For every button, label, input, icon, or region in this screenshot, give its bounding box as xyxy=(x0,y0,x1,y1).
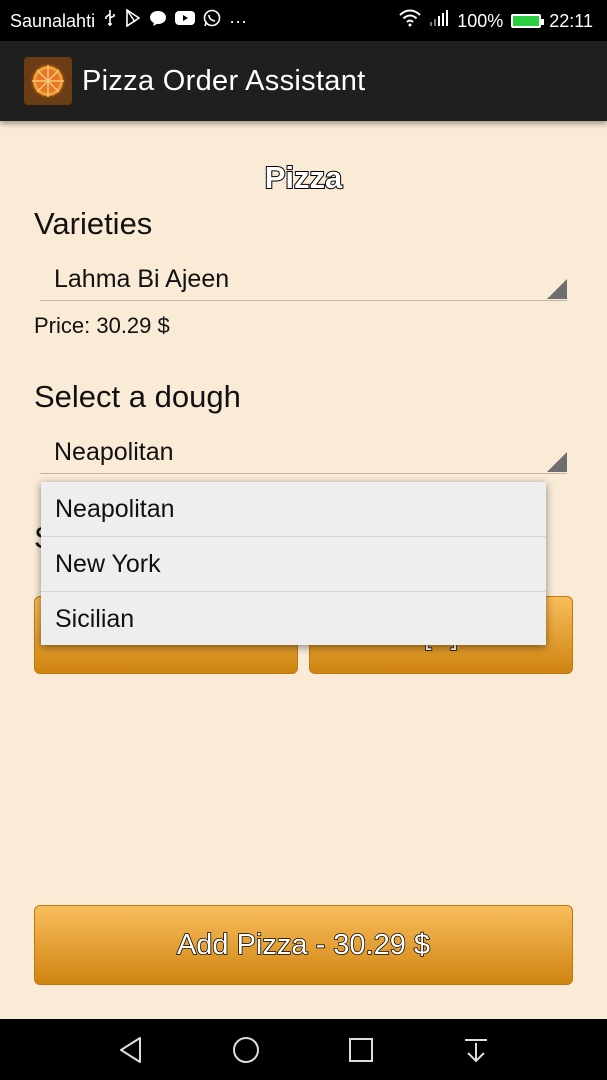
notification-pull-icon[interactable] xyxy=(461,1035,491,1065)
status-left: Saunalahti ··· xyxy=(10,8,248,33)
varieties-label: Varieties xyxy=(34,206,153,241)
wifi-icon xyxy=(399,9,421,33)
carrier-name: Saunalahti xyxy=(10,10,96,31)
back-icon[interactable] xyxy=(116,1035,146,1065)
spinner-dropdown-icon xyxy=(547,452,567,472)
price-text: Price: 30.29 $ xyxy=(34,313,170,338)
dough-dropdown-menu: Neapolitan New York Sicilian xyxy=(41,482,546,645)
recents-icon[interactable] xyxy=(346,1035,376,1065)
app-title: Pizza Order Assistant xyxy=(82,65,366,97)
chat-icon xyxy=(149,9,167,33)
play-store-icon xyxy=(125,8,141,33)
navigation-bar xyxy=(0,1019,607,1080)
signal-icon xyxy=(429,9,449,33)
dough-option-sicilian[interactable]: Sicilian xyxy=(41,592,546,646)
clock: 22:11 xyxy=(549,10,593,31)
dough-option-neapolitan[interactable]: Neapolitan xyxy=(41,482,546,537)
battery-percent: 100% xyxy=(457,10,504,31)
varieties-selected-value: Lahma Bi Ajeen xyxy=(54,265,230,293)
action-bar: Pizza Order Assistant xyxy=(0,41,607,121)
dough-label: Select a dough xyxy=(34,379,241,414)
spinner-dropdown-icon xyxy=(547,279,567,299)
dough-spinner[interactable]: Neapolitan xyxy=(40,429,567,474)
dough-option-new-york[interactable]: New York xyxy=(41,537,546,592)
section-title: Pizza xyxy=(264,159,344,196)
status-right: 100% 22:11 xyxy=(399,9,593,33)
home-icon[interactable] xyxy=(231,1035,261,1065)
dough-selected-value: Neapolitan xyxy=(54,438,174,466)
pizza-icon xyxy=(24,57,72,105)
battery-charging-icon xyxy=(511,14,545,28)
whatsapp-icon xyxy=(203,9,221,33)
add-pizza-button[interactable]: Add Pizza - 30.29 $ xyxy=(34,905,573,985)
status-bar: Saunalahti ··· 100% 22:11 xyxy=(0,0,607,41)
add-pizza-label: Add Pizza - 30.29 $ xyxy=(176,928,431,962)
usb-icon xyxy=(103,9,117,33)
more-indicator: ··· xyxy=(229,10,248,31)
youtube-icon xyxy=(175,10,196,32)
varieties-spinner[interactable]: Lahma Bi Ajeen xyxy=(40,256,567,301)
